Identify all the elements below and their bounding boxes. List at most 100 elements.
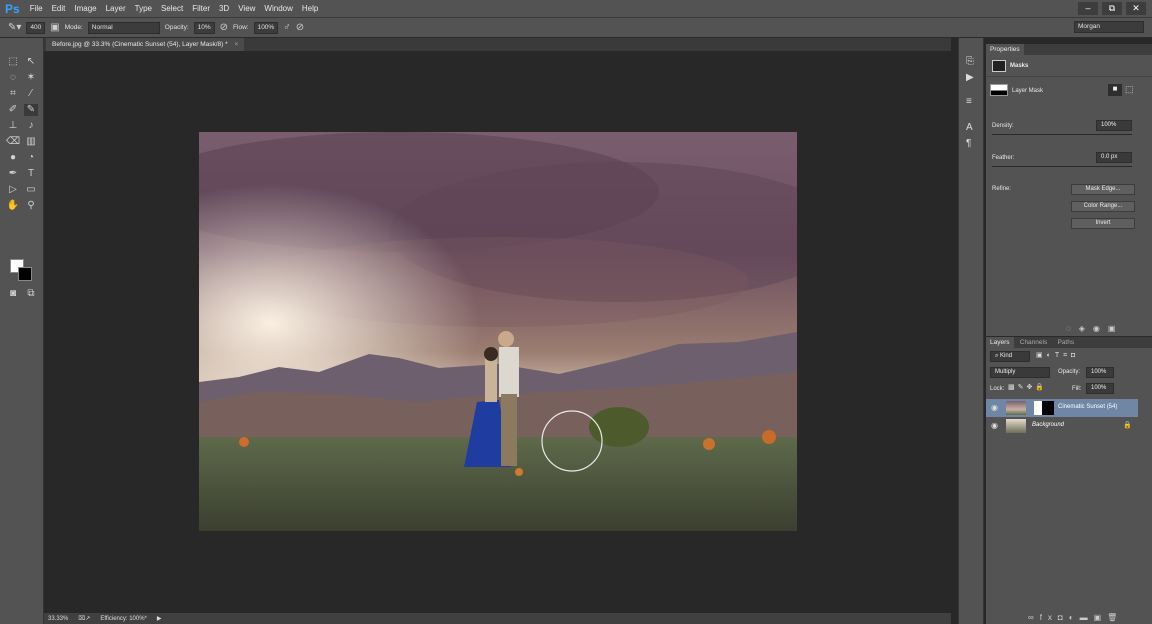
blend-mode-select[interactable]: Multiply bbox=[990, 367, 1050, 378]
pixel-mask-icon[interactable]: ■ bbox=[1108, 84, 1122, 96]
layers-footer-icons[interactable]: ∞fx◘◐▬▣🗑 bbox=[1028, 613, 1123, 622]
visibility-eye-icon[interactable]: ◉ bbox=[991, 403, 998, 412]
flow-label: Flow: bbox=[233, 24, 249, 31]
lock-label: Lock: bbox=[990, 386, 1005, 392]
crop-tool-icon[interactable]: ⌗ bbox=[6, 88, 20, 100]
clone-stamp-tool-icon[interactable]: ⊥ bbox=[6, 120, 20, 132]
menu-select[interactable]: Select bbox=[161, 4, 183, 13]
history-brush-tool-icon[interactable]: ♪ bbox=[24, 120, 38, 132]
adjustments-panel-icon[interactable]: ≡ bbox=[966, 96, 972, 107]
feather-slider[interactable] bbox=[992, 166, 1132, 167]
tab-layers[interactable]: Layers bbox=[986, 337, 1014, 348]
workspace-select[interactable]: Morgan bbox=[1074, 21, 1144, 33]
gradient-tool-icon[interactable]: ▥ bbox=[24, 136, 38, 148]
document-image[interactable] bbox=[199, 132, 797, 531]
dodge-tool-icon[interactable]: ◔ bbox=[24, 152, 38, 164]
opacity-field[interactable]: 10% bbox=[193, 21, 215, 34]
zoom-tool-icon[interactable]: ⚲ bbox=[24, 200, 38, 212]
eyedropper-tool-icon[interactable]: ⁄ bbox=[24, 88, 38, 100]
menu-window[interactable]: Window bbox=[264, 4, 292, 13]
pressure-size-icon[interactable]: ⊘ bbox=[296, 22, 304, 33]
feather-field[interactable]: 0.0 px bbox=[1096, 152, 1132, 163]
kind-filter-select[interactable]: ⌕ Kind bbox=[990, 351, 1030, 362]
layer-name[interactable]: Cinematic Sunset (54) bbox=[1058, 404, 1117, 410]
tab-channels[interactable]: Channels bbox=[1015, 337, 1052, 348]
magic-wand-tool-icon[interactable]: ✶ bbox=[24, 72, 38, 84]
layer-opacity-field[interactable]: 100% bbox=[1086, 367, 1114, 378]
properties-tab[interactable]: Properties bbox=[986, 44, 1024, 55]
layer-row[interactable]: ◉ Background 🔒 bbox=[986, 417, 1138, 435]
mode-select[interactable]: Normal bbox=[87, 21, 160, 34]
tab-paths[interactable]: Paths bbox=[1053, 337, 1079, 348]
density-slider[interactable] bbox=[992, 134, 1132, 135]
background-color-swatch[interactable] bbox=[18, 267, 32, 281]
zoom-level[interactable]: 33.33% bbox=[48, 616, 68, 622]
fill-label: Fill: bbox=[1072, 386, 1082, 392]
menu-image[interactable]: Image bbox=[74, 4, 96, 13]
type-tool-icon[interactable]: T bbox=[24, 168, 38, 180]
menu-layer[interactable]: Layer bbox=[106, 4, 126, 13]
doc-status-icon[interactable]: ⌧↗ bbox=[78, 615, 90, 622]
paragraph-panel-icon[interactable]: ¶ bbox=[966, 138, 971, 149]
rectangle-tool-icon[interactable]: ▭ bbox=[24, 184, 38, 196]
properties-footer-icons[interactable]: ◌◈◉▣ bbox=[1066, 324, 1123, 333]
density-field[interactable]: 100% bbox=[1096, 120, 1132, 131]
mask-edge-button[interactable]: Mask Edge... bbox=[1071, 184, 1135, 195]
lasso-tool-icon[interactable]: ◌ bbox=[6, 72, 20, 84]
layer-name[interactable]: Background bbox=[1032, 422, 1064, 428]
tools-panel: ⬚ ↖ ◌ ✶ ⌗ ⁄ ✐ ✎ ⊥ ♪ ⌫ ▥ ● ◔ ✒ T ▷ ▭ ✋ ⚲ … bbox=[0, 38, 44, 624]
screen-mode-icon[interactable]: ⧉ bbox=[24, 288, 38, 300]
mask-icon bbox=[992, 60, 1006, 72]
eraser-tool-icon[interactable]: ⌫ bbox=[6, 136, 20, 148]
close-tab-icon[interactable]: × bbox=[235, 41, 239, 48]
menu-3d[interactable]: 3D bbox=[219, 4, 229, 13]
brush-tool-icon[interactable]: ✎ bbox=[24, 104, 38, 116]
healing-brush-tool-icon[interactable]: ✐ bbox=[6, 104, 20, 116]
mask-thumbnail[interactable] bbox=[990, 84, 1008, 96]
menu-type[interactable]: Type bbox=[135, 4, 152, 13]
layer-opacity-label: Opacity: bbox=[1058, 369, 1081, 375]
status-menu-arrow-icon[interactable]: ▶ bbox=[157, 615, 162, 622]
document-tab-title: Before.jpg @ 33.3% (Cinematic Sunset (54… bbox=[52, 41, 228, 48]
minimize-button[interactable]: – bbox=[1078, 2, 1098, 15]
mode-label: Mode: bbox=[64, 24, 83, 31]
document-tab[interactable]: Before.jpg @ 33.3% (Cinematic Sunset (54… bbox=[46, 38, 245, 51]
vector-mask-icon[interactable]: ⬚ bbox=[1125, 84, 1134, 95]
quick-mask-icon[interactable]: ◙ bbox=[6, 288, 20, 300]
lock-icons[interactable]: ▩✎✥🔒 bbox=[1008, 383, 1047, 391]
character-panel-icon[interactable]: A bbox=[966, 122, 973, 133]
photoshop-logo: Ps bbox=[5, 1, 20, 16]
pressure-opacity-icon[interactable]: ⊘ bbox=[220, 22, 228, 33]
menu-view[interactable]: View bbox=[238, 4, 255, 13]
brush-tool-icon[interactable]: ✎▾ bbox=[8, 22, 21, 33]
path-selection-tool-icon[interactable]: ▷ bbox=[6, 184, 20, 196]
layer-mask-thumbnail[interactable] bbox=[1034, 401, 1054, 415]
layer-thumbnail bbox=[1006, 419, 1026, 433]
menu-edit[interactable]: Edit bbox=[52, 4, 66, 13]
masks-section-title: Masks bbox=[1010, 63, 1029, 69]
lock-icon: 🔒 bbox=[1123, 422, 1132, 429]
color-range-button[interactable]: Color Range... bbox=[1071, 201, 1135, 212]
restore-button[interactable]: ⧉ bbox=[1102, 2, 1122, 15]
layer-filter-icons[interactable]: ▣◐T⌗◘ bbox=[1036, 351, 1079, 360]
menu-help[interactable]: Help bbox=[302, 4, 318, 13]
history-panel-icon[interactable]: ⎘ bbox=[966, 56, 974, 67]
hand-tool-icon[interactable]: ✋ bbox=[6, 200, 20, 212]
actions-panel-icon[interactable]: ▶ bbox=[966, 72, 974, 83]
airbrush-icon[interactable]: ♂ bbox=[283, 22, 291, 33]
move-tool-icon[interactable]: ↖ bbox=[24, 56, 38, 68]
close-button[interactable]: ✕ bbox=[1126, 2, 1146, 15]
pen-tool-icon[interactable]: ✒ bbox=[6, 168, 20, 180]
menu-file[interactable]: File bbox=[30, 4, 43, 13]
menu-filter[interactable]: Filter bbox=[192, 4, 210, 13]
layer-row[interactable]: ◉ Cinematic Sunset (54) bbox=[986, 399, 1138, 417]
brush-size-picker[interactable]: 400 bbox=[26, 21, 46, 34]
visibility-eye-icon[interactable]: ◉ bbox=[991, 421, 998, 430]
flow-field[interactable]: 100% bbox=[253, 21, 279, 34]
marquee-tool-icon[interactable]: ⬚ bbox=[6, 56, 20, 68]
properties-header: Properties bbox=[986, 44, 1152, 55]
invert-button[interactable]: Invert bbox=[1071, 218, 1135, 229]
brush-panel-icon[interactable]: ▣ bbox=[50, 22, 59, 33]
fill-field[interactable]: 100% bbox=[1086, 383, 1114, 394]
blur-tool-icon[interactable]: ● bbox=[6, 152, 20, 164]
